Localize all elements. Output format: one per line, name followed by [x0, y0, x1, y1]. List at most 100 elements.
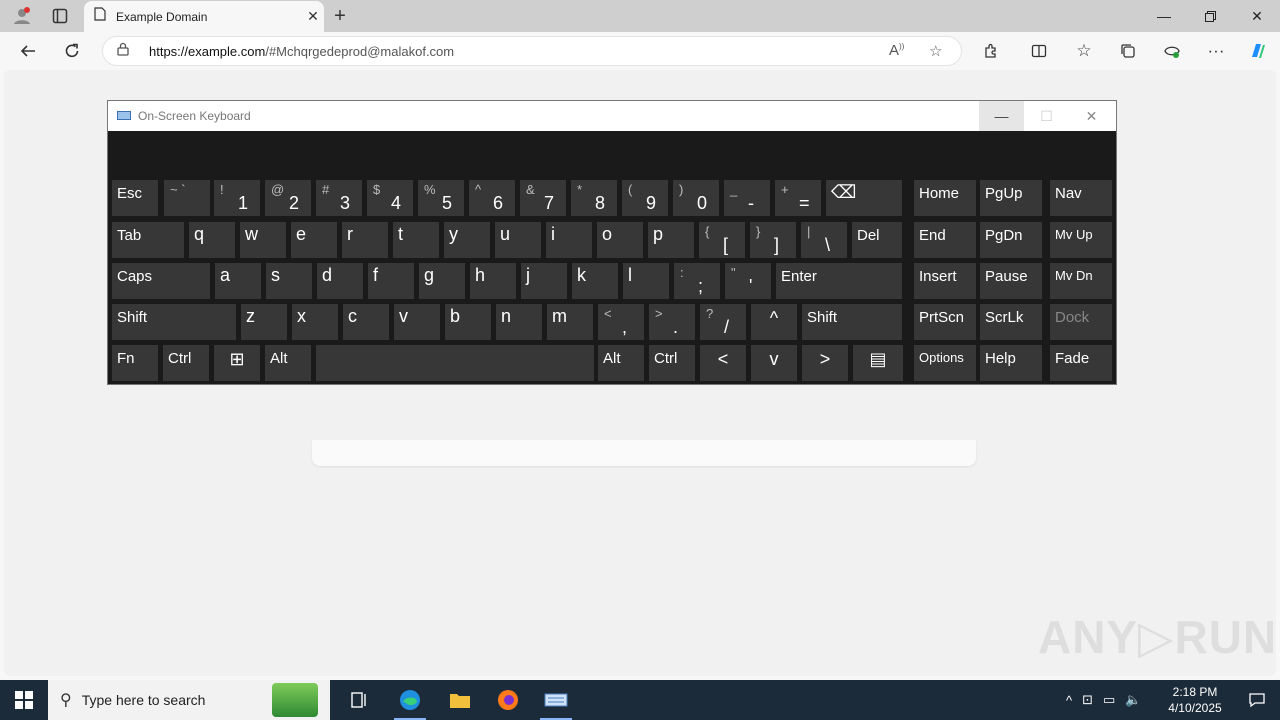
key-insert[interactable]: Insert — [914, 263, 976, 299]
key-scrlk[interactable]: ScrLk — [980, 304, 1042, 340]
osk-maximize-icon[interactable]: ☐ — [1024, 101, 1069, 131]
osk-titlebar[interactable]: On-Screen Keyboard — ☐ ✕ — [108, 101, 1116, 131]
lock-icon[interactable] — [117, 42, 129, 59]
key-menu[interactable]: ▤ — [853, 345, 903, 381]
new-tab-icon[interactable]: + — [328, 4, 352, 28]
favorite-star-icon[interactable]: ☆ — [929, 42, 942, 60]
key-slash[interactable]: ? / — [700, 304, 746, 340]
key-lctrl[interactable]: Ctrl — [163, 345, 209, 381]
volume-icon[interactable]: 🔈 — [1125, 692, 1141, 708]
key-6[interactable]: ^ 6 — [469, 180, 515, 216]
copilot-icon[interactable] — [1244, 38, 1272, 64]
key-j[interactable]: j — [521, 263, 567, 299]
key-rbracket[interactable]: }] — [750, 222, 796, 258]
key-p[interactable]: p — [648, 222, 694, 258]
notifications-icon[interactable] — [1234, 680, 1280, 720]
key-5[interactable]: % 5 — [418, 180, 464, 216]
key-2[interactable]: @2 — [265, 180, 311, 216]
key-o[interactable]: o — [597, 222, 643, 258]
key-8[interactable]: * 8 — [571, 180, 617, 216]
key-0[interactable]: ) 0 — [673, 180, 719, 216]
key-9[interactable]: (9 — [622, 180, 668, 216]
task-view-icon[interactable] — [336, 680, 384, 720]
key-right[interactable]: > — [802, 345, 848, 381]
read-aloud-icon[interactable]: A)) — [889, 42, 904, 59]
more-options-icon[interactable]: ··· — [1202, 38, 1230, 64]
favorites-icon[interactable]: ☆ — [1070, 38, 1098, 64]
key-s[interactable]: s — [266, 263, 312, 299]
key-backspace[interactable]: ⌫ — [826, 180, 902, 216]
key-1[interactable]: ! 1 — [214, 180, 260, 216]
key-dock[interactable]: Dock — [1050, 304, 1112, 340]
key-r[interactable]: r — [342, 222, 388, 258]
key-enter[interactable]: Enter — [776, 263, 902, 299]
key-k[interactable]: k — [572, 263, 618, 299]
key-pgdn[interactable]: PgDn — [980, 222, 1042, 258]
key-backquote[interactable]: ~ ` — [164, 180, 210, 216]
address-bar[interactable]: https://example.com/#Mchqrgedeprod@malak… — [102, 36, 962, 66]
back-icon[interactable] — [14, 38, 42, 64]
key-7[interactable]: & 7 — [520, 180, 566, 216]
tab-example-domain[interactable]: Example Domain ✕ — [84, 1, 324, 32]
key-help[interactable]: Help — [980, 345, 1042, 381]
key-e[interactable]: e — [291, 222, 337, 258]
browser-essentials-icon[interactable] — [1158, 38, 1186, 64]
key-minus[interactable]: _ - — [724, 180, 770, 216]
key-y[interactable]: y — [444, 222, 490, 258]
split-screen-icon[interactable] — [1025, 38, 1053, 64]
key-pause[interactable]: Pause — [980, 263, 1042, 299]
key-v[interactable]: v — [394, 304, 440, 340]
key-mvup[interactable]: Mv Up — [1050, 222, 1112, 258]
key-t[interactable]: t — [393, 222, 439, 258]
key-c[interactable]: c — [343, 304, 389, 340]
key-left[interactable]: < — [700, 345, 746, 381]
key-nav[interactable]: Nav — [1050, 180, 1112, 216]
key-d[interactable]: d — [317, 263, 363, 299]
key-caps[interactable]: Caps — [112, 263, 210, 299]
key-rshift[interactable]: Shift — [802, 304, 902, 340]
key-space[interactable] — [316, 345, 594, 381]
key-comma[interactable]: <, — [598, 304, 644, 340]
minimize-icon[interactable]: — — [1141, 0, 1187, 32]
key-semicolon[interactable]: :; — [674, 263, 720, 299]
osk-minimize-icon[interactable]: — — [979, 101, 1024, 131]
key-q[interactable]: q — [189, 222, 235, 258]
key-rctrl[interactable]: Ctrl — [649, 345, 695, 381]
file-explorer-icon[interactable] — [436, 680, 484, 720]
key-z[interactable]: z — [241, 304, 287, 340]
key-h[interactable]: h — [470, 263, 516, 299]
key-pgup[interactable]: PgUp — [980, 180, 1042, 216]
network-icon[interactable]: ⊡ — [1082, 692, 1093, 708]
key-f[interactable]: f — [368, 263, 414, 299]
key-x[interactable]: x — [292, 304, 338, 340]
taskbar-search[interactable]: ⚲ Type here to search — [48, 680, 330, 720]
key-prtscn[interactable]: PrtScn — [914, 304, 976, 340]
ethernet-icon[interactable]: ▭ — [1103, 692, 1115, 708]
key-equals[interactable]: + = — [775, 180, 821, 216]
clock[interactable]: 2:18 PM 4/10/2025 — [1160, 684, 1230, 716]
tab-actions-icon[interactable] — [48, 4, 72, 28]
key-lshift[interactable]: Shift — [112, 304, 236, 340]
firefox-icon[interactable] — [484, 680, 532, 720]
close-window-icon[interactable]: ✕ — [1234, 0, 1280, 32]
show-hidden-icons-icon[interactable]: ^ — [1066, 693, 1072, 708]
collections-icon[interactable] — [1114, 38, 1142, 64]
extensions-icon[interactable] — [977, 38, 1005, 64]
key-mvdn[interactable]: Mv Dn — [1050, 263, 1112, 299]
key-b[interactable]: b — [445, 304, 491, 340]
key-u[interactable]: u — [495, 222, 541, 258]
key-win[interactable]: ⊞ — [214, 345, 260, 381]
edge-taskbar-icon[interactable] — [386, 680, 434, 720]
key-esc[interactable]: Esc — [112, 180, 158, 216]
key-down[interactable]: v — [751, 345, 797, 381]
key-l[interactable]: l — [623, 263, 669, 299]
key-lalt[interactable]: Alt — [265, 345, 311, 381]
osk-taskbar-icon[interactable] — [532, 680, 580, 720]
start-button[interactable] — [0, 680, 48, 720]
refresh-icon[interactable] — [58, 38, 86, 64]
key-fade[interactable]: Fade — [1050, 345, 1112, 381]
key-g[interactable]: g — [419, 263, 465, 299]
key-lbracket[interactable]: {[ — [699, 222, 745, 258]
key-w[interactable]: w — [240, 222, 286, 258]
url-text[interactable]: https://example.com/#Mchqrgedeprod@malak… — [149, 44, 454, 59]
